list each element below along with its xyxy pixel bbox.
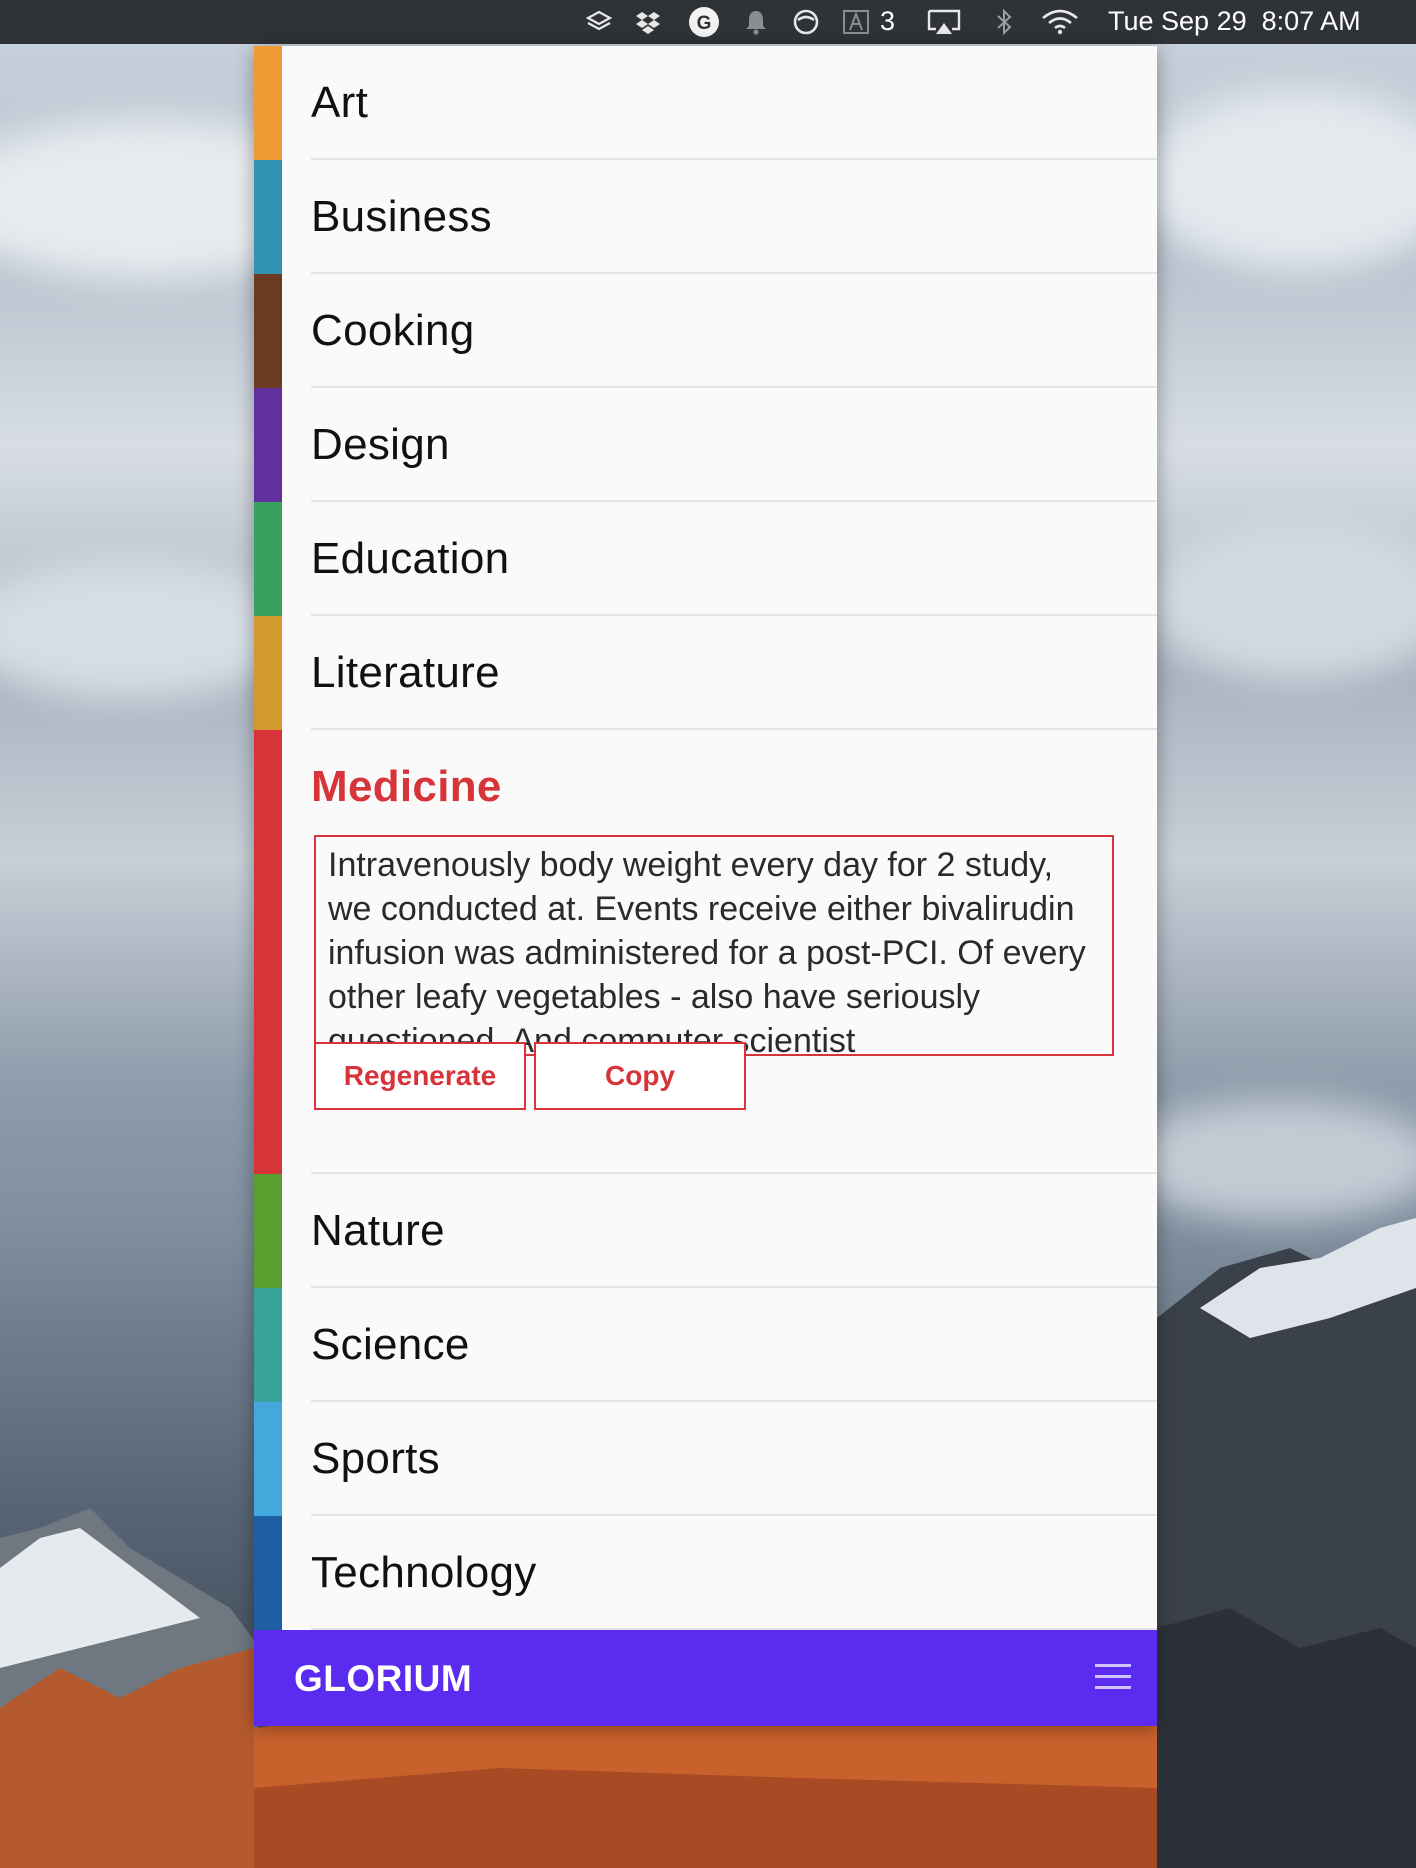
category-color-stripe	[254, 1288, 282, 1402]
category-item-technology[interactable]: Technology	[254, 1516, 1157, 1630]
category-color-stripe	[254, 46, 282, 160]
category-label: Literature	[311, 648, 500, 697]
category-label: Medicine	[311, 762, 502, 811]
category-label: Technology	[311, 1548, 537, 1597]
dropbox-icon[interactable]	[634, 8, 662, 36]
category-item-design[interactable]: Design	[254, 388, 1157, 502]
adobe-badge-count: 3	[880, 6, 896, 36]
category-color-stripe	[254, 388, 282, 502]
category-label: Sports	[311, 1434, 440, 1483]
generated-text-box[interactable]: Intravenously body weight every day for …	[314, 835, 1114, 1056]
category-item-sports[interactable]: Sports	[254, 1402, 1157, 1516]
airplay-icon[interactable]	[926, 8, 962, 36]
category-color-stripe	[254, 1402, 282, 1516]
category-item-literature[interactable]: Literature	[254, 616, 1157, 730]
category-label: Cooking	[311, 306, 475, 355]
category-label: Nature	[311, 1206, 445, 1255]
category-item-business[interactable]: Business	[254, 160, 1157, 274]
category-item-science[interactable]: Science	[254, 1288, 1157, 1402]
grammarly-icon[interactable]: G	[688, 6, 720, 38]
category-label: Design	[311, 420, 450, 469]
menubar-clock[interactable]: Tue Sep 29 8:07 AM	[1108, 6, 1361, 37]
category-color-stripe	[254, 730, 282, 1174]
category-color-stripe	[254, 1174, 282, 1288]
category-label: Business	[311, 192, 492, 241]
hamburger-menu-icon[interactable]	[1095, 1664, 1131, 1690]
category-color-stripe	[254, 616, 282, 730]
category-label: Education	[311, 534, 510, 583]
category-label: Art	[311, 78, 369, 127]
category-label: Science	[311, 1320, 470, 1369]
generated-text: Intravenously body weight every day for …	[328, 846, 1086, 1056]
bell-icon[interactable]	[742, 8, 770, 36]
footer-bar: GLORIUM	[254, 1630, 1157, 1726]
category-item-cooking[interactable]: Cooking	[254, 274, 1157, 388]
menu-bar: G 3 Tue Sep 29 8:07 AM	[0, 0, 1416, 44]
category-color-stripe	[254, 1516, 282, 1630]
adobe-icon[interactable]	[842, 8, 870, 36]
category-item-education[interactable]: Education	[254, 502, 1157, 616]
regenerate-button[interactable]: Regenerate	[314, 1042, 526, 1110]
brand-logo-text: GLORIUM	[294, 1658, 473, 1699]
copy-button[interactable]: Copy	[534, 1042, 746, 1110]
bluetooth-icon[interactable]	[990, 8, 1018, 36]
svg-text:G: G	[697, 13, 712, 34]
category-color-stripe	[254, 274, 282, 388]
sync-icon[interactable]	[792, 8, 820, 36]
category-item-nature[interactable]: Nature	[254, 1174, 1157, 1288]
glorium-panel: Art Business Cooking Design Education Literat…	[254, 46, 1157, 1724]
wifi-icon[interactable]	[1040, 8, 1080, 36]
category-item-art[interactable]: Art	[254, 46, 1157, 160]
layers-icon[interactable]	[585, 8, 613, 36]
category-color-stripe	[254, 160, 282, 274]
category-color-stripe	[254, 502, 282, 616]
